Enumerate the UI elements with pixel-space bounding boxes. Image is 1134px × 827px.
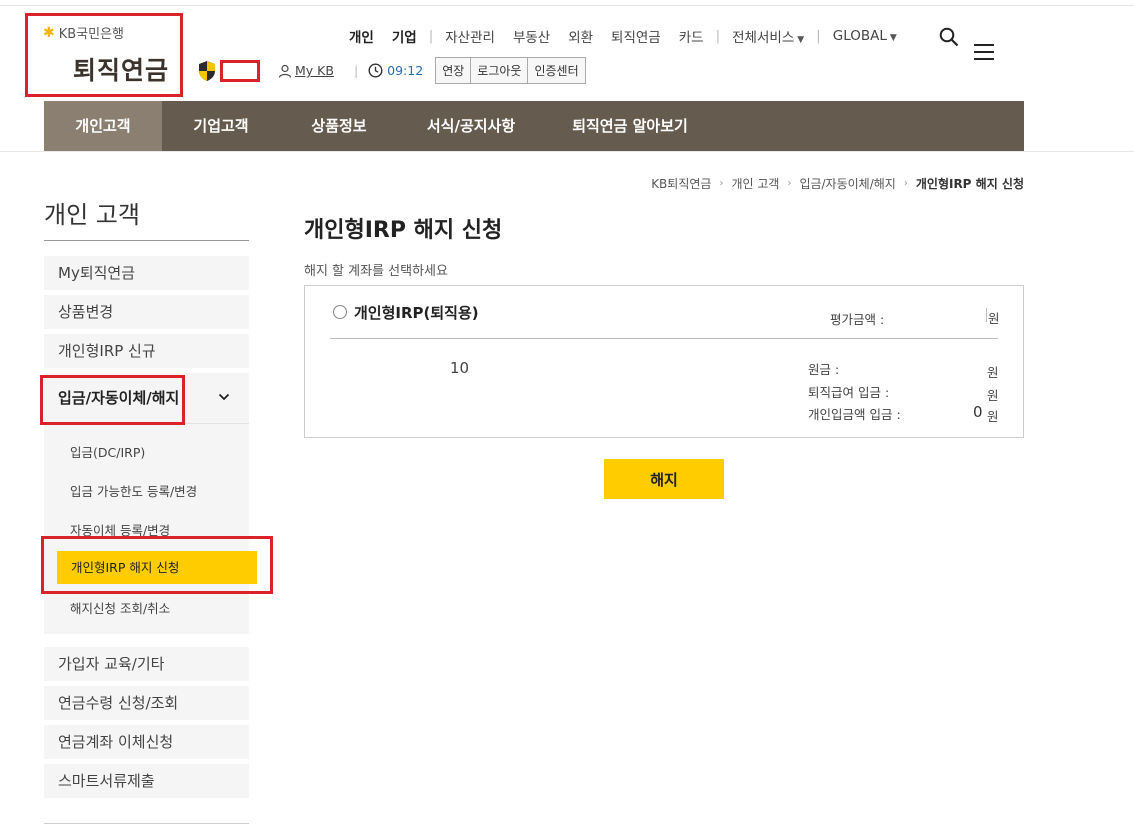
sidebar-sub-cancel-inquiry[interactable]: 해지신청 조회/취소 (70, 598, 170, 617)
sidebar-item-education[interactable]: 가입자 교육/기타 (44, 647, 249, 681)
principal-label: 원금 : (808, 362, 840, 377)
extend-session-button[interactable]: 연장 (436, 58, 472, 83)
chevron-down-icon[interactable] (218, 391, 230, 403)
personal-deposit-value: 0 (973, 403, 983, 421)
sidebar-item-irp-new[interactable]: 개인형IRP 신규 (44, 334, 249, 368)
user-name-masked (220, 59, 260, 82)
retirement-deposit-unit: 원 (987, 388, 999, 403)
top-nav-forex[interactable]: 외환 (559, 26, 602, 46)
mykb-label: My KB (295, 63, 334, 78)
session-buttons: 연장 로그아웃 인증센터 (435, 57, 586, 84)
top-nav: 개인 기업 | 자산관리 부동산 외환 퇴직연금 카드 | 전체서비스 ▼ | G… (340, 26, 906, 46)
nav-divider (0, 151, 1134, 152)
top-divider (0, 5, 1134, 6)
page-title: 개인형IRP 해지 신청 (304, 218, 503, 243)
top-nav-pension[interactable]: 퇴직연금 (602, 26, 670, 46)
top-nav-asset[interactable]: 자산관리 (436, 26, 504, 46)
user-bar-divider: | (353, 63, 359, 78)
gnb-business-customer[interactable]: 기업고객 (162, 101, 280, 151)
gnb-product-info[interactable]: 상품정보 (280, 101, 398, 151)
mykb-link[interactable]: My KB (278, 63, 334, 78)
top-nav-personal[interactable]: 개인 (340, 26, 383, 46)
logout-button[interactable]: 로그아웃 (471, 58, 529, 83)
user-icon (278, 64, 292, 78)
page-description: 해지 할 계좌를 선택하세요 (304, 264, 448, 279)
personal-deposit-label: 개인입금액 입금 : (808, 407, 901, 422)
top-nav-all-services[interactable]: 전체서비스 ▼ (723, 26, 813, 46)
breadcrumb-current: 개인형IRP 해지 신청 (915, 177, 1024, 191)
gnb-forms-notices[interactable]: 서식/공지사항 (398, 101, 544, 151)
top-nav-business[interactable]: 기업 (383, 26, 426, 46)
account-name[interactable]: 개인형IRP(퇴직용) (354, 302, 479, 323)
breadcrumb-item[interactable]: 입금/자동이체/해지 (799, 175, 895, 192)
session-time: 09:12 (387, 63, 424, 78)
top-nav-divider: | (816, 28, 821, 44)
breadcrumb-item[interactable]: 개인 고객 (731, 175, 779, 192)
top-nav-divider: | (715, 28, 721, 44)
hamburger-menu-icon[interactable] (974, 44, 994, 60)
chevron-right-icon: › (787, 178, 792, 189)
sidebar-item-pension-receipt[interactable]: 연금수령 신청/조회 (44, 686, 249, 720)
value-divider (986, 308, 987, 322)
search-icon[interactable] (939, 27, 959, 47)
sidebar-title: 개인 고객 (44, 201, 140, 229)
sidebar-sub-deposit[interactable]: 입금(DC/IRP) (70, 442, 145, 461)
clock-icon (368, 63, 383, 78)
caret-down-icon: ▼ (889, 33, 897, 43)
cancel-account-button[interactable]: 해지 (604, 459, 724, 499)
caret-down-icon: ▼ (797, 35, 805, 45)
main-nav: 개인고객 기업고객 상품정보 서식/공지사항 퇴직연금 알아보기 (44, 101, 1024, 151)
chevron-right-icon: › (903, 178, 908, 189)
retirement-deposit-label: 퇴직급여 입금 : (808, 385, 890, 400)
top-nav-global[interactable]: GLOBAL ▼ (824, 28, 906, 44)
sidebar-item-my-pension[interactable]: My퇴직연금 (44, 256, 249, 290)
session-timer: 09:12 (368, 63, 423, 78)
breadcrumb-item[interactable]: KB퇴직연금 (651, 175, 711, 192)
global-label: GLOBAL (832, 28, 887, 44)
principal-unit: 원 (987, 365, 999, 380)
sidebar-bottom-divider (44, 823, 249, 824)
certificate-center-button[interactable]: 인증센터 (528, 58, 585, 83)
sidebar-item-account-transfer[interactable]: 연금계좌 이체신청 (44, 725, 249, 759)
sidebar-title-divider (44, 240, 249, 241)
account-number: 10 (450, 359, 470, 377)
top-nav-realestate[interactable]: 부동산 (504, 26, 559, 46)
breadcrumb: KB퇴직연금 › 개인 고객 › 입금/자동이체/해지 › 개인형IRP 해지 … (651, 175, 1024, 192)
account-card: 개인형IRP(퇴직용) 평가금액 : 원 10 원금 : 원 퇴직급여 입금 :… (304, 285, 1024, 438)
eval-amount-unit: 원 (988, 311, 1000, 326)
top-nav-divider: | (428, 28, 434, 44)
all-services-label: 전체서비스 (732, 30, 795, 46)
security-shield-icon (199, 60, 215, 81)
highlight-box-logo (25, 13, 183, 97)
top-nav-card[interactable]: 카드 (670, 26, 713, 46)
gnb-personal-customer[interactable]: 개인고객 (44, 101, 162, 151)
chevron-right-icon: › (719, 178, 724, 189)
sidebar-item-smart-docs[interactable]: 스마트서류제출 (44, 764, 249, 798)
personal-deposit-unit: 원 (987, 409, 999, 424)
highlight-box-section (40, 375, 185, 425)
account-radio[interactable] (333, 305, 347, 319)
user-bar: My KB | 09:12 연장 로그아웃 인증센터 (198, 57, 586, 84)
gnb-pension-guide[interactable]: 퇴직연금 알아보기 (544, 101, 716, 151)
sidebar-sub-deposit-limit[interactable]: 입금 가능한도 등록/변경 (70, 481, 197, 500)
eval-amount-label: 평가금액 : (830, 312, 885, 327)
highlight-box-irp-cancel (41, 536, 273, 594)
sidebar-item-product-change[interactable]: 상품변경 (44, 295, 249, 329)
account-card-divider (330, 338, 998, 339)
